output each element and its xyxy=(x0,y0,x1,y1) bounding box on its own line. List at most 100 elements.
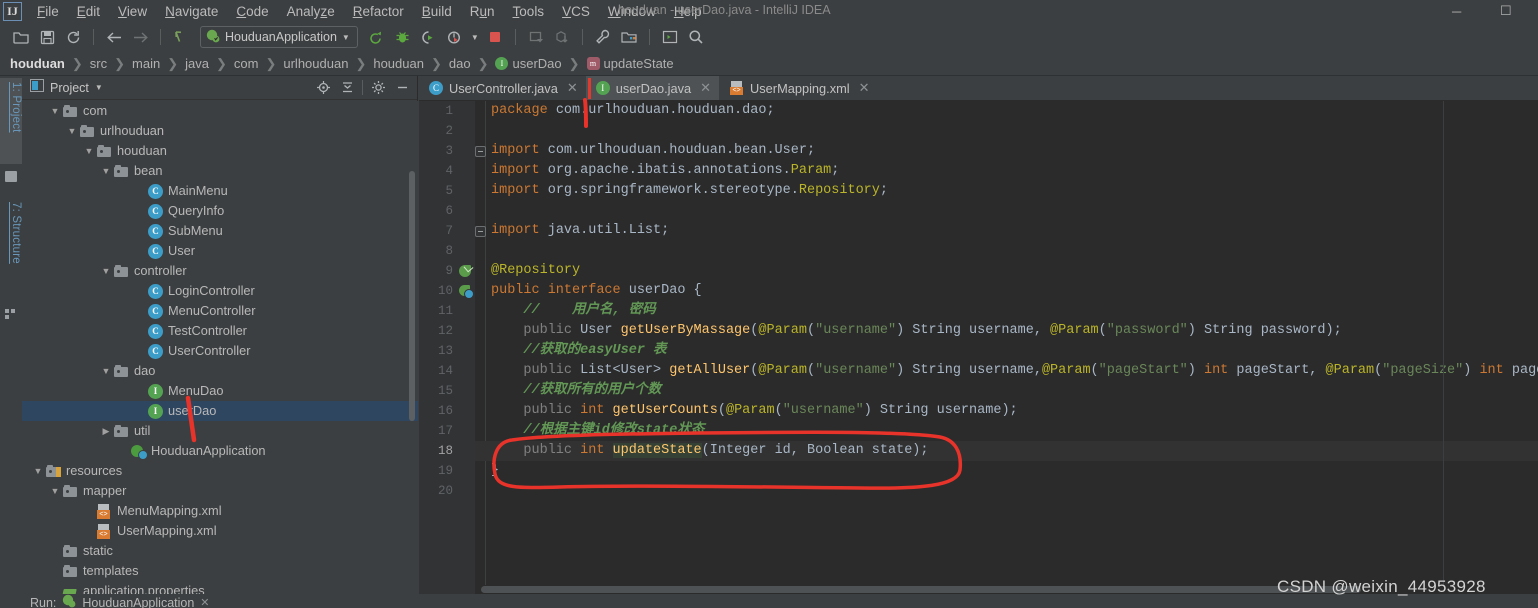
tree-node-userdao[interactable]: IuserDao xyxy=(22,401,418,421)
update-running-application-icon[interactable] xyxy=(523,26,549,48)
breadcrumb-item-urlhouduan[interactable]: urlhouduan xyxy=(283,56,348,71)
settings-wrench-icon[interactable] xyxy=(590,26,616,48)
menu-view[interactable]: View xyxy=(109,2,156,21)
tree-expander[interactable]: ▼ xyxy=(98,166,114,176)
profiler-icon[interactable] xyxy=(442,26,468,48)
run-tool-window-tab[interactable]: Run: HouduanApplication ✕ xyxy=(30,594,210,608)
breadcrumb-item-src[interactable]: src xyxy=(90,56,107,71)
close-icon[interactable]: ✕ xyxy=(567,80,578,96)
editor-tab-usercontroller[interactable]: C UserController.java ✕ xyxy=(419,76,586,100)
tree-node-usercontroller[interactable]: C UserController xyxy=(22,341,418,361)
navigate-forward-icon[interactable] xyxy=(127,26,153,48)
tree-expander[interactable]: ▼ xyxy=(81,146,97,156)
tree-node-queryinfo[interactable]: C QueryInfo xyxy=(22,201,418,221)
open-project-icon[interactable] xyxy=(8,26,34,48)
tree-expander[interactable]: ▼ xyxy=(30,466,46,476)
collapse-all-icon[interactable] xyxy=(336,78,358,98)
breadcrumb-item-java[interactable]: java xyxy=(185,56,209,71)
close-icon[interactable]: ✕ xyxy=(700,80,711,96)
close-icon[interactable]: ✕ xyxy=(859,80,870,96)
tree-node-com[interactable]: ▼ com xyxy=(22,101,418,121)
menu-run[interactable]: Run xyxy=(461,2,504,21)
tree-node-houduan[interactable]: ▼ houduan xyxy=(22,141,418,161)
profiler-dropdown-icon[interactable]: ▼ xyxy=(468,26,482,48)
tree-expander[interactable]: ▼ xyxy=(98,266,114,276)
menu-build[interactable]: Build xyxy=(413,2,461,21)
tree-node-submenu[interactable]: C SubMenu xyxy=(22,221,418,241)
tree-node-usermapping-xml[interactable]: UserMapping.xml xyxy=(22,521,418,541)
hide-panel-icon[interactable] xyxy=(391,78,413,98)
debug-icon[interactable] xyxy=(390,26,416,48)
code-fold-toggle-line-7[interactable] xyxy=(475,226,486,237)
pull-updates-icon[interactable] xyxy=(549,26,575,48)
breadcrumb-item-houduan-pkg[interactable]: houduan xyxy=(373,56,424,71)
tree-expander[interactable]: ▼ xyxy=(98,366,114,376)
bean-marker-icon[interactable] xyxy=(459,265,472,278)
run-configuration-selector[interactable]: HouduanApplication ▼ xyxy=(200,26,358,48)
tree-node-menucontroller[interactable]: C MenuController xyxy=(22,301,418,321)
tree-node-bean[interactable]: ▼ bean xyxy=(22,161,418,181)
project-tree[interactable]: ▼ com ▼ urlhouduan ▼ houduan ▼ bean C MainMenu C Qu… xyxy=(22,101,418,594)
menu-edit[interactable]: Edit xyxy=(68,2,109,21)
menu-code[interactable]: Code xyxy=(227,2,277,21)
save-all-icon[interactable] xyxy=(34,26,60,48)
editor-tab-userdao[interactable]: I userDao.java ✕ xyxy=(585,76,720,100)
maximize-button[interactable]: ☐ xyxy=(1500,0,1512,22)
menu-tools[interactable]: Tools xyxy=(504,2,554,21)
menu-analyze[interactable]: Analyze xyxy=(278,2,344,21)
breadcrumb-item-updatestate[interactable]: m updateState xyxy=(586,56,674,71)
implemented-marker-icon[interactable] xyxy=(459,285,474,299)
tree-node-menudao[interactable]: I MenuDao xyxy=(22,381,418,401)
tree-node-logincontroller[interactable]: C LoginController xyxy=(22,281,418,301)
minimize-button[interactable]: ─ xyxy=(1452,0,1461,22)
toolwindow-tab-structure[interactable]: 7: Structure xyxy=(0,198,22,298)
tree-node-mapper[interactable]: ▼ mapper xyxy=(22,481,418,501)
search-everywhere-icon[interactable] xyxy=(683,26,709,48)
navigate-back-icon[interactable] xyxy=(101,26,127,48)
tree-expander[interactable]: ▼ xyxy=(47,106,63,116)
tree-expander[interactable]: ▶ xyxy=(98,426,114,437)
tree-node-dao[interactable]: ▼ dao xyxy=(22,361,418,381)
stop-icon[interactable] xyxy=(482,26,508,48)
run-with-coverage-icon[interactable] xyxy=(416,26,442,48)
tree-node-user[interactable]: C User xyxy=(22,241,418,261)
sync-icon[interactable] xyxy=(60,26,86,48)
tree-node-menumapping-xml[interactable]: MenuMapping.xml xyxy=(22,501,418,521)
tree-node-testcontroller[interactable]: C TestController xyxy=(22,321,418,341)
chevron-down-icon[interactable]: ▼ xyxy=(95,83,103,92)
tree-node-houduanapplication[interactable]: HouduanApplication xyxy=(22,441,418,461)
editor-gutter[interactable]: 1 2 3 4 5 6 7 8 9 10 11 12 13 14 15 16 17 18 19 20 xyxy=(419,101,475,594)
menu-refactor[interactable]: Refactor xyxy=(344,2,413,21)
project-tree-scrollbar[interactable] xyxy=(409,171,415,421)
toolwindow-tab-project[interactable]: 1: Project xyxy=(0,78,22,164)
menu-vcs[interactable]: VCS xyxy=(553,2,599,21)
menu-navigate[interactable]: Navigate xyxy=(156,2,227,21)
breadcrumb-item-userdao[interactable]: I userDao xyxy=(495,56,562,71)
code-fold-toggle-line-3[interactable] xyxy=(475,146,486,157)
tree-node-static[interactable]: static xyxy=(22,541,418,561)
gear-icon[interactable] xyxy=(367,78,389,98)
breadcrumb-item-com[interactable]: com xyxy=(234,56,259,71)
tree-node-controller[interactable]: ▼ controller xyxy=(22,261,418,281)
breadcrumb-item-houduan[interactable]: houduan xyxy=(10,56,65,71)
last-edit-location-icon[interactable] xyxy=(168,26,194,48)
tree-node-util[interactable]: ▶ util xyxy=(22,421,418,441)
tree-expander[interactable]: ▼ xyxy=(64,126,80,136)
editor-horizontal-scrollbar-thumb[interactable] xyxy=(481,586,1361,593)
tree-expander[interactable]: ▼ xyxy=(47,486,63,496)
code-content[interactable]: package com.urlhouduan.houduan.dao; impo… xyxy=(475,101,1538,594)
terminal-icon[interactable] xyxy=(657,26,683,48)
close-icon[interactable]: ✕ xyxy=(200,596,209,608)
breadcrumb-item-dao[interactable]: dao xyxy=(449,56,471,71)
tree-node-application-properties[interactable]: application.properties xyxy=(22,581,418,594)
run-icon[interactable] xyxy=(364,26,390,48)
code-editor[interactable]: 1 2 3 4 5 6 7 8 9 10 11 12 13 14 15 16 17 18 19 20 package … xyxy=(419,101,1538,594)
project-structure-icon[interactable] xyxy=(616,26,642,48)
editor-tab-usermapping[interactable]: <> UserMapping.xml ✕ xyxy=(719,76,877,100)
breadcrumb-item-main[interactable]: main xyxy=(132,56,160,71)
tree-node-resources[interactable]: ▼ resources xyxy=(22,461,418,481)
tree-node-templates[interactable]: templates xyxy=(22,561,418,581)
tree-node-mainmenu[interactable]: C MainMenu xyxy=(22,181,418,201)
tree-node-urlhouduan[interactable]: ▼ urlhouduan xyxy=(22,121,418,141)
locate-icon[interactable] xyxy=(312,78,334,98)
